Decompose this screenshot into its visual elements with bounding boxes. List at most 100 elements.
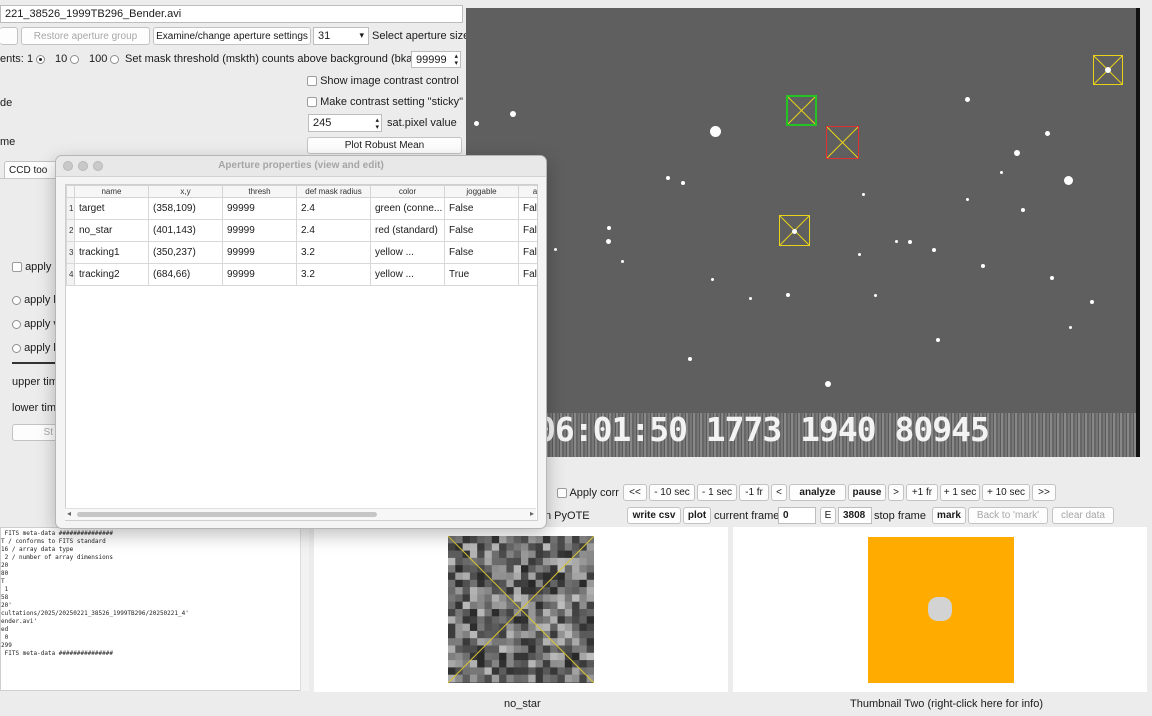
aperture-table[interactable]: name x,y thresh def mask radius color jo… — [66, 185, 537, 286]
restore-aperture-group-button[interactable]: Restore aperture group — [21, 27, 150, 45]
thumbnail-one-panel[interactable] — [314, 527, 728, 692]
aperture-table-container[interactable]: name x,y thresh def mask radius color jo… — [65, 184, 538, 521]
sticky-contrast-option[interactable]: Make contrast setting "sticky" — [307, 96, 463, 108]
apply-option-4[interactable]: apply l — [12, 342, 56, 354]
nav-minus-1-frame-button[interactable]: -1 fr — [739, 484, 769, 501]
scroll-left-icon[interactable]: ◂ — [67, 509, 71, 518]
e-button[interactable]: E — [820, 507, 836, 524]
column-header[interactable]: def mask radius — [296, 185, 371, 198]
aperture-radius-cell[interactable]: 2.4 — [296, 219, 371, 242]
pause-button[interactable]: pause — [848, 484, 886, 501]
aperture-tracking1[interactable] — [779, 215, 810, 246]
sat-pixel-input[interactable]: 245 ▴ ▾ — [308, 114, 382, 132]
write-csv-button[interactable]: write csv — [627, 507, 681, 524]
column-header[interactable]: x,y — [148, 185, 223, 198]
show-contrast-option[interactable]: Show image contrast control — [307, 75, 459, 87]
nav-prev-button[interactable]: < — [771, 484, 787, 501]
stop-frame-input[interactable]: 3808 — [838, 507, 872, 524]
aperture-name-cell[interactable]: tracking2 — [74, 263, 149, 286]
nav-minus-10-sec-button[interactable]: - 10 sec — [649, 484, 695, 501]
aperture-radius-cell[interactable]: 2.4 — [296, 197, 371, 220]
aperture-color-cell[interactable]: yellow ... — [370, 241, 445, 264]
aperture-radius-cell[interactable]: 3.2 — [296, 241, 371, 264]
column-header[interactable]: color — [370, 185, 445, 198]
aperture-extra-cell[interactable]: Fals — [518, 241, 537, 264]
examine-aperture-settings-button[interactable]: Examine/change aperture settings — [153, 27, 311, 45]
video-frame[interactable]: 06:01:50 1773 1940 80945 — [466, 8, 1140, 457]
aperture-target[interactable] — [786, 95, 817, 126]
table-horizontal-scrollbar[interactable]: ◂ ▸ — [65, 508, 536, 520]
thumbnail-two-panel[interactable] — [733, 527, 1147, 692]
aperture-thresh-cell[interactable]: 99999 — [222, 263, 297, 286]
file-name-field[interactable]: 221_38526_1999TB296_Bender.avi — [0, 5, 463, 23]
aperture-joggable-cell[interactable]: True — [444, 263, 519, 286]
row-number[interactable]: 2 — [66, 219, 75, 242]
dialog-titlebar[interactable]: Aperture properties (view and edit) — [56, 156, 546, 177]
aperture-xy-cell[interactable]: (358,109) — [148, 197, 223, 220]
aperture-extra-cell[interactable]: Fals — [518, 197, 537, 220]
aperture-joggable-cell[interactable]: False — [444, 219, 519, 242]
apply-option-3[interactable]: apply v — [12, 318, 59, 330]
start-button[interactable]: St — [12, 424, 58, 441]
mark-button[interactable]: mark — [932, 507, 966, 524]
aperture-thresh-cell[interactable]: 99999 — [222, 219, 297, 242]
apply-corr-option[interactable]: Apply corr — [557, 487, 619, 499]
aperture-color-cell[interactable]: red (standard) — [370, 219, 445, 242]
aperture-tracking2[interactable] — [1093, 55, 1123, 85]
current-frame-input[interactable]: 0 — [778, 507, 816, 524]
aperture-xy-cell[interactable]: (684,66) — [148, 263, 223, 286]
aperture-size-select[interactable]: 31 ▾ — [313, 27, 369, 45]
column-header[interactable]: a — [518, 185, 537, 198]
aperture-xy-cell[interactable]: (401,143) — [148, 219, 223, 242]
aperture-no-star[interactable] — [826, 126, 859, 159]
plot-robust-mean-button[interactable]: Plot Robust Mean — [307, 137, 462, 154]
row-number[interactable]: 1 — [66, 197, 75, 220]
column-header[interactable]: name — [74, 185, 149, 198]
nav-plus-1-sec-button[interactable]: + 1 sec — [940, 484, 980, 501]
aperture-thresh-cell[interactable]: 99999 — [222, 197, 297, 220]
aperture-xy-cell[interactable]: (350,237) — [148, 241, 223, 264]
table-row[interactable]: 2 no_star (401,143) 99999 2.4 red (standard) F… — [66, 219, 537, 242]
nav-last-button[interactable]: >> — [1032, 484, 1056, 501]
nav-plus-10-sec-button[interactable]: + 10 sec — [982, 484, 1030, 501]
column-header[interactable]: joggable — [444, 185, 519, 198]
nav-plus-1-frame-button[interactable]: +1 fr — [906, 484, 938, 501]
aperture-radius-cell[interactable]: 3.2 — [296, 263, 371, 286]
back-to-mark-button[interactable]: Back to 'mark' — [968, 507, 1048, 524]
aperture-color-cell[interactable]: green (conne... — [370, 197, 445, 220]
increment-10-option[interactable]: 10 — [55, 53, 80, 65]
tab-ccd-tools[interactable]: CCD too — [4, 161, 60, 179]
table-row[interactable]: 3 tracking1 (350,237) 99999 3.2 yellow ... Fal… — [66, 241, 537, 264]
aperture-name-cell[interactable]: no_star — [74, 219, 149, 242]
nav-minus-1-sec-button[interactable]: - 1 sec — [697, 484, 737, 501]
aperture-thresh-cell[interactable]: 99999 — [222, 241, 297, 264]
aperture-joggable-cell[interactable]: False — [444, 197, 519, 220]
increment-100-option[interactable]: 100 — [89, 53, 120, 65]
aperture-extra-cell[interactable]: Fals — [518, 219, 537, 242]
apply-option-2[interactable]: apply l — [12, 294, 56, 306]
increment-1-option[interactable]: 1 — [27, 53, 46, 65]
fits-metadata-log[interactable]: FITS meta-data ############### T / confor… — [0, 527, 309, 691]
thumbnail-two-caption[interactable]: Thumbnail Two (right-click here for info… — [850, 698, 1043, 710]
plot-button[interactable]: plot — [683, 507, 711, 524]
scroll-right-icon[interactable]: ▸ — [530, 509, 534, 518]
aperture-color-cell[interactable]: yellow ... — [370, 263, 445, 286]
nav-first-button[interactable]: << — [623, 484, 647, 501]
nav-next-button[interactable]: > — [888, 484, 904, 501]
analyze-button[interactable]: analyze — [789, 484, 846, 501]
row-number[interactable]: 3 — [66, 241, 75, 264]
mask-threshold-input[interactable]: 99999 ▴ ▾ — [411, 51, 461, 68]
aperture-joggable-cell[interactable]: False — [444, 241, 519, 264]
row-number[interactable]: 4 — [66, 263, 75, 286]
aperture-name-cell[interactable]: tracking1 — [74, 241, 149, 264]
log-scrollbar[interactable] — [300, 527, 309, 691]
aperture-properties-dialog[interactable]: Aperture properties (view and edit) name… — [55, 155, 547, 529]
column-header[interactable]: thresh — [222, 185, 297, 198]
table-row[interactable]: 4 tracking2 (684,66) 99999 3.2 yellow ... True… — [66, 263, 537, 286]
clear-data-button[interactable]: clear data — [1052, 507, 1114, 524]
left-clipped-button[interactable] — [0, 27, 18, 45]
aperture-extra-cell[interactable]: Fals — [518, 263, 537, 286]
apply-option-1[interactable]: apply ' — [12, 261, 57, 273]
aperture-name-cell[interactable]: target — [74, 197, 149, 220]
run-pyote-label[interactable]: n PyOTE — [545, 510, 590, 522]
